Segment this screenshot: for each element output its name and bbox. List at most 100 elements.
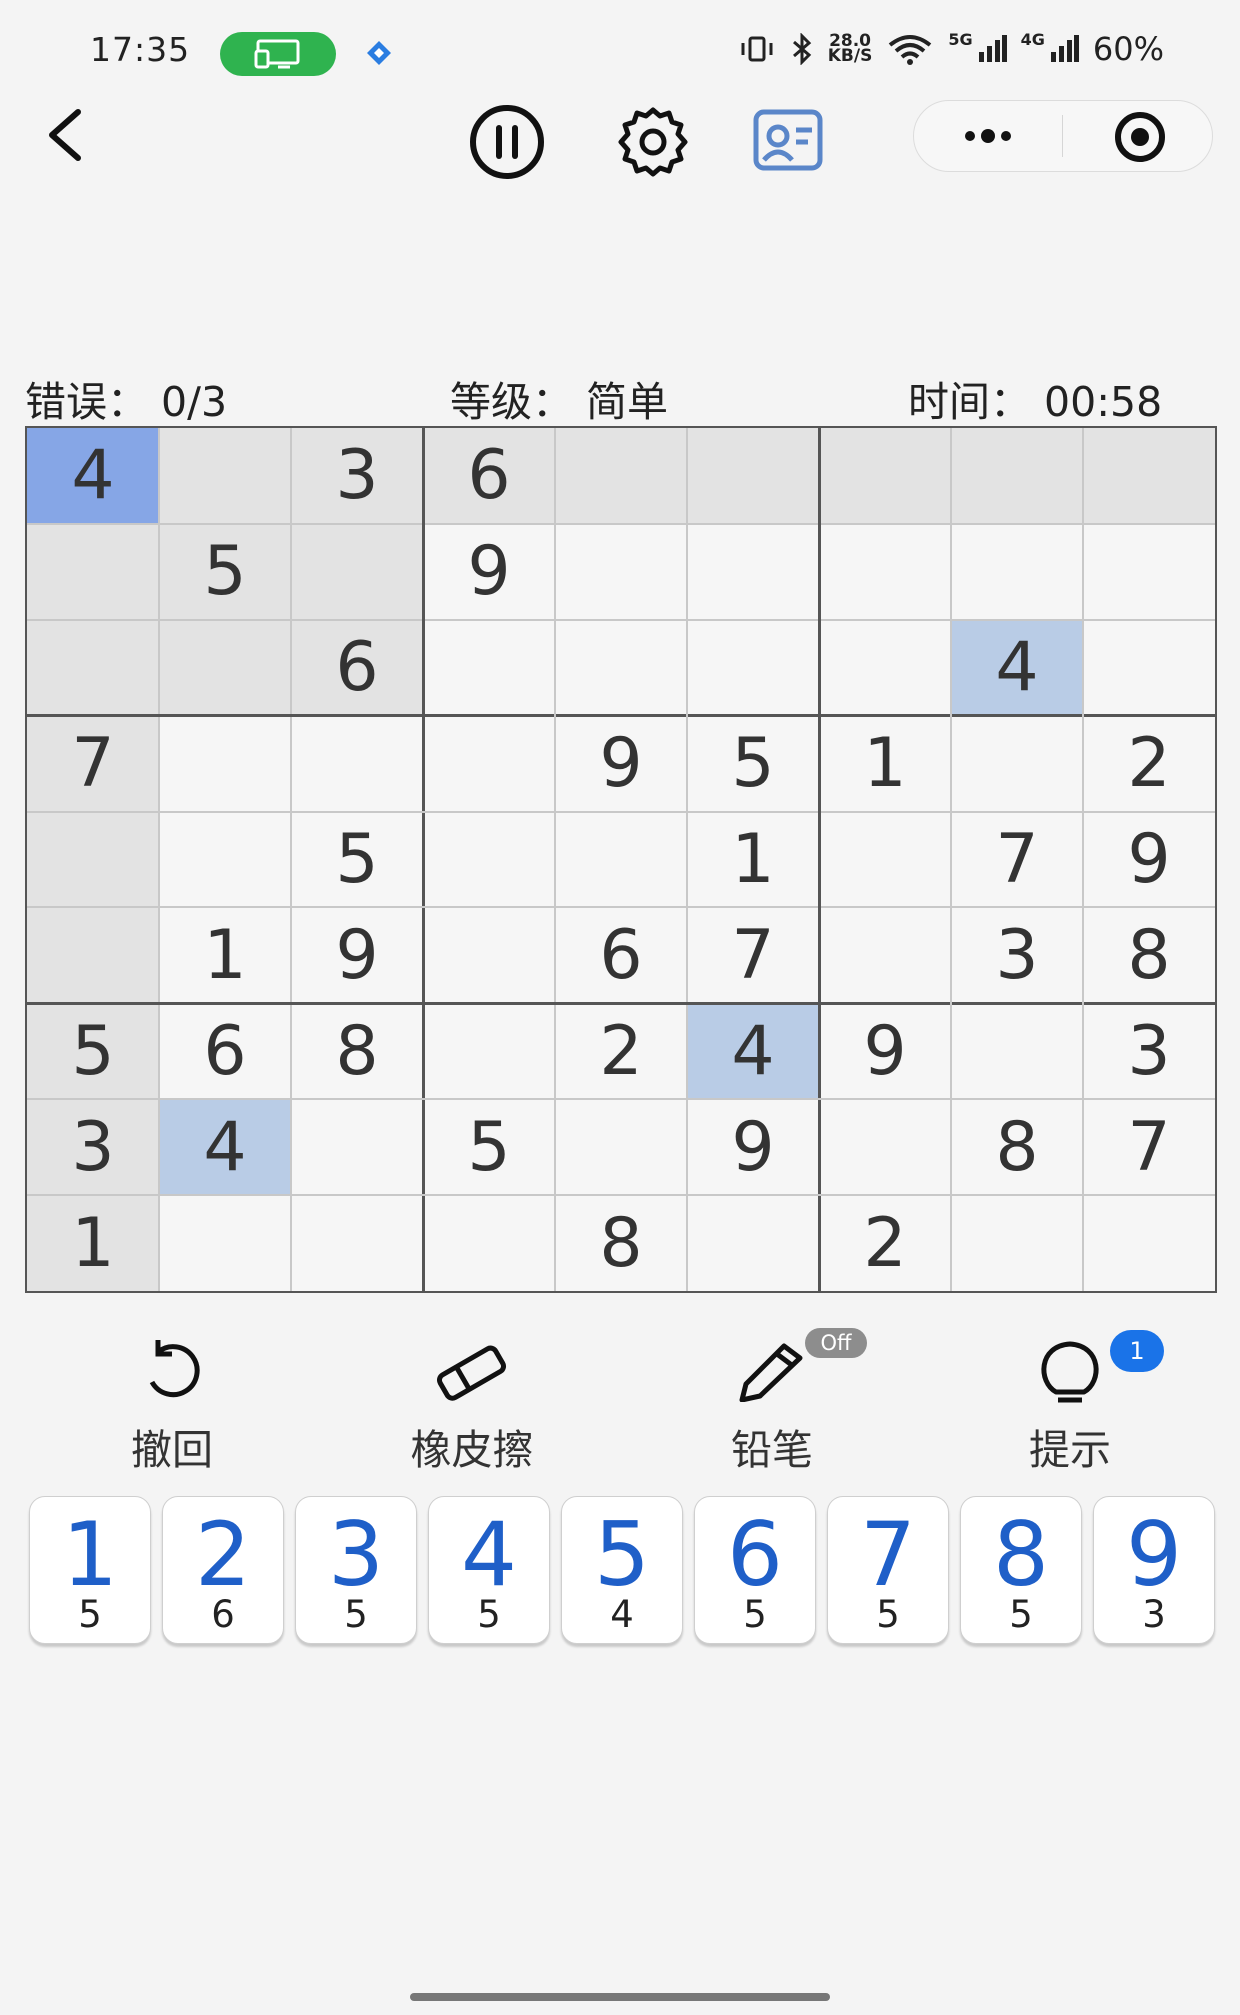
sudoku-cell[interactable] [687,428,819,524]
sudoku-cell[interactable] [819,428,951,524]
sudoku-cell[interactable] [951,716,1083,812]
sudoku-cell[interactable]: 7 [1083,1099,1215,1195]
sudoku-cell[interactable]: 6 [291,619,423,716]
sudoku-cell[interactable] [819,620,951,716]
number-key-4[interactable]: 45 [428,1496,550,1644]
sudoku-cell[interactable]: 9 [291,907,423,1003]
sudoku-cell[interactable] [291,716,423,812]
sudoku-cell[interactable] [159,619,291,716]
sudoku-cell[interactable] [27,523,159,620]
sudoku-cell[interactable]: 6 [555,907,687,1003]
number-key-1[interactable]: 15 [29,1496,151,1644]
sudoku-cell[interactable]: 2 [819,1195,951,1291]
screen-cast-indicator[interactable] [220,32,336,76]
sudoku-cell[interactable] [819,812,951,908]
sudoku-cell[interactable]: 7 [27,715,159,812]
sudoku-cell[interactable] [159,1195,291,1291]
sudoku-cell[interactable] [687,524,819,620]
sudoku-cell[interactable]: 7 [687,907,819,1003]
sudoku-cell[interactable] [951,524,1083,620]
sudoku-cell[interactable] [423,620,555,716]
sudoku-cell[interactable]: 3 [27,1099,159,1196]
sudoku-cell[interactable] [819,524,951,620]
sudoku-cell[interactable] [291,523,423,620]
number-key-7[interactable]: 75 [827,1496,949,1644]
number-key-2[interactable]: 26 [162,1496,284,1644]
sudoku-cell[interactable]: 2 [555,1003,687,1099]
sudoku-cell[interactable]: 5 [291,812,423,908]
sudoku-cell[interactable] [555,812,687,908]
sudoku-cell[interactable]: 9 [687,1099,819,1195]
sudoku-cell[interactable]: 7 [951,812,1083,908]
sudoku-cell[interactable] [555,1099,687,1195]
sudoku-cell[interactable]: 9 [1083,812,1215,908]
number-key-6[interactable]: 65 [694,1496,816,1644]
sudoku-cell[interactable]: 1 [687,812,819,908]
sudoku-cell[interactable] [27,907,159,1004]
sudoku-cell[interactable] [159,716,291,812]
number-key-3[interactable]: 35 [295,1496,417,1644]
sudoku-cell[interactable]: 1 [27,1195,159,1291]
number-key-8[interactable]: 85 [960,1496,1082,1644]
sudoku-cell[interactable]: 5 [27,1003,159,1100]
ranking-icon[interactable] [750,104,826,180]
sudoku-cell[interactable]: 4 [951,619,1083,716]
sudoku-cell[interactable] [951,1195,1083,1291]
sudoku-cell[interactable] [291,1099,423,1195]
sudoku-cell[interactable]: 5 [687,716,819,812]
sudoku-cell[interactable]: 9 [555,716,687,812]
back-icon[interactable] [36,102,96,168]
sudoku-cell[interactable]: 3 [1083,1003,1215,1099]
undo-button[interactable]: 撤回 [72,1338,272,1474]
sudoku-cell[interactable] [27,619,159,716]
sudoku-cell[interactable]: 4 [159,1099,291,1196]
sudoku-cell[interactable]: 9 [819,1003,951,1099]
sudoku-cell[interactable] [819,1099,951,1195]
sudoku-cell[interactable]: 6 [423,428,555,524]
sudoku-cell[interactable] [951,1003,1083,1099]
sudoku-cell[interactable]: 6 [159,1003,291,1099]
settings-icon[interactable] [615,104,691,180]
sudoku-cell[interactable] [555,524,687,620]
sudoku-cell[interactable] [27,811,159,908]
sudoku-cell[interactable] [1083,428,1215,524]
sudoku-cell[interactable]: 9 [423,524,555,620]
more-icon[interactable] [956,117,1020,155]
sudoku-cell[interactable] [687,1195,819,1291]
sudoku-cell[interactable] [423,907,555,1003]
sudoku-cell[interactable]: 3 [951,907,1083,1003]
sudoku-cell[interactable] [423,1195,555,1291]
close-target-icon[interactable] [1110,112,1170,162]
sudoku-cell[interactable] [159,812,291,908]
sudoku-cell[interactable]: 4 [687,1003,819,1100]
sudoku-cell[interactable] [291,1195,423,1291]
sudoku-cell[interactable]: 3 [291,428,423,524]
sudoku-cell[interactable]: 8 [555,1195,687,1291]
sudoku-cell[interactable]: 4 [27,428,159,524]
sudoku-cell[interactable] [1083,1195,1215,1291]
sudoku-cell[interactable] [159,428,291,524]
sudoku-cell[interactable] [1083,620,1215,716]
sudoku-cell[interactable]: 8 [291,1003,423,1099]
number-key-9[interactable]: 93 [1093,1496,1215,1644]
sudoku-cell[interactable] [423,1003,555,1099]
sudoku-cell[interactable] [423,812,555,908]
sudoku-cell[interactable] [687,620,819,716]
sudoku-cell[interactable]: 5 [159,523,291,620]
sudoku-cell[interactable]: 1 [159,907,291,1003]
sudoku-cell[interactable] [423,716,555,812]
sudoku-cell[interactable]: 8 [1083,907,1215,1003]
sudoku-cell[interactable]: 1 [819,716,951,812]
sudoku-cell[interactable] [555,428,687,524]
sudoku-cell[interactable] [819,907,951,1003]
sudoku-cell[interactable]: 2 [1083,716,1215,812]
sudoku-cell[interactable] [951,428,1083,524]
sudoku-cell[interactable]: 8 [951,1099,1083,1195]
home-indicator[interactable] [410,1993,830,2001]
sudoku-cell[interactable] [1083,524,1215,620]
pause-icon[interactable] [469,104,545,180]
number-key-5[interactable]: 54 [561,1496,683,1644]
sudoku-cell[interactable]: 5 [423,1099,555,1195]
sudoku-cell[interactable] [555,620,687,716]
eraser-button[interactable]: 橡皮擦 [372,1338,572,1474]
